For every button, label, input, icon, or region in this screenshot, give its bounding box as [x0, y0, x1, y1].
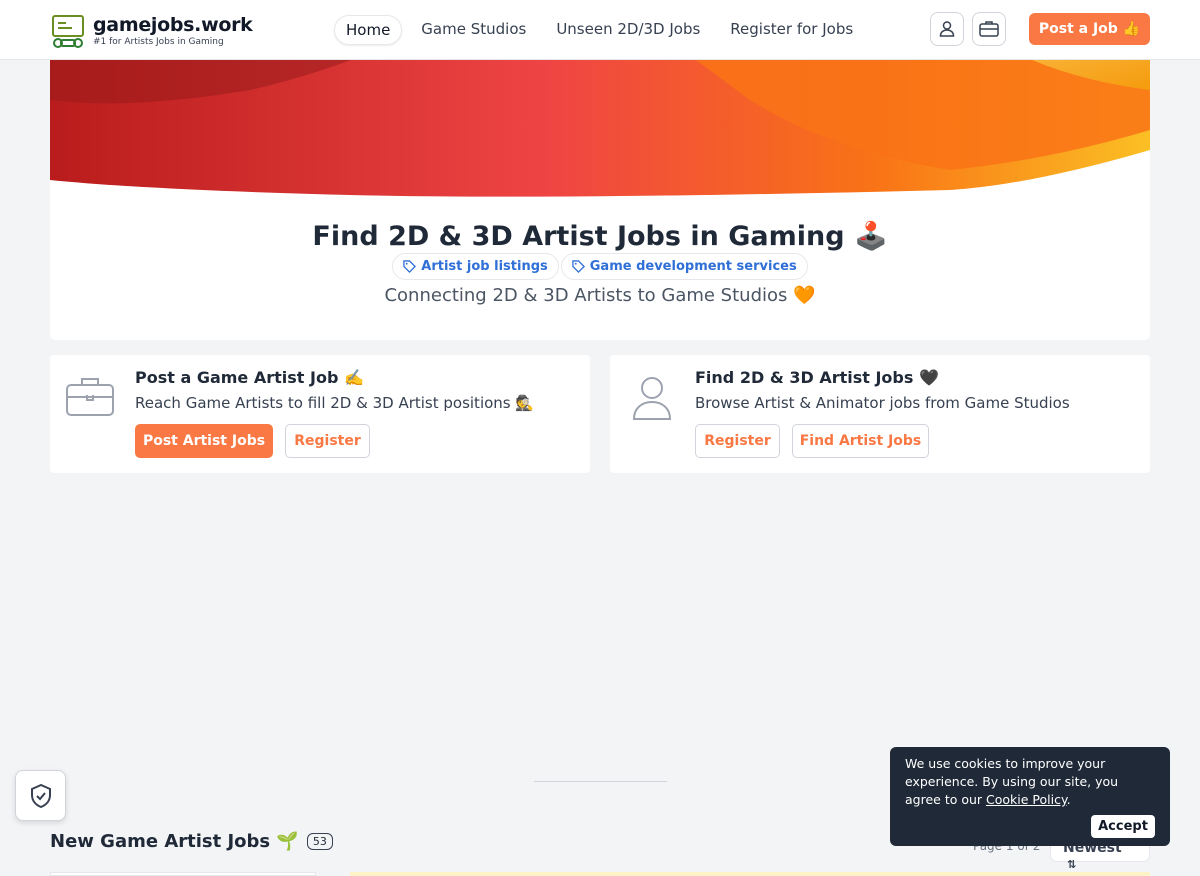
employer-card-title: Post a Game Artist Job ✍️ — [135, 368, 364, 387]
ad-placeholder — [50, 503, 1150, 781]
filter-panel — [50, 872, 316, 876]
hero-subtitle: Connecting 2D & 3D Artists to Game Studi… — [384, 285, 816, 306]
chip-artist-job-listings[interactable]: Artist job listings — [392, 253, 559, 280]
user-account-button[interactable] — [930, 12, 964, 46]
employer-register-button[interactable]: Register — [285, 424, 370, 458]
artist-card-desc: Browse Artist & Animator jobs from Game … — [695, 394, 1070, 412]
hero-chips: Artist job listings Game development ser… — [50, 253, 1150, 280]
shield-check-icon — [30, 783, 51, 808]
jobs-section-header: New Game Artist Jobs 🌱 53 — [50, 831, 333, 852]
artist-card: Find 2D & 3D Artist Jobs 🖤 Browse Artist… — [610, 355, 1150, 473]
cookie-policy-link[interactable]: Cookie Policy — [986, 792, 1067, 807]
jobs-button[interactable] — [972, 12, 1006, 46]
brand-logo[interactable]: gamejobs.work #1 for Artists Jobs in Gam… — [50, 13, 253, 49]
jobs-section-title: New Game Artist Jobs 🌱 — [50, 831, 299, 852]
nav-unseen-jobs[interactable]: Unseen 2D/3D Jobs — [545, 15, 711, 45]
featured-job-row[interactable] — [350, 872, 1150, 876]
sort-icon: ⇅ — [1067, 858, 1077, 871]
chip-label: Artist job listings — [421, 259, 548, 274]
privacy-settings-button[interactable] — [15, 770, 66, 821]
nav-register-jobs[interactable]: Register for Jobs — [719, 15, 864, 45]
nav-game-studios[interactable]: Game Studios — [410, 15, 537, 45]
user-icon — [939, 21, 955, 37]
brand-name: gamejobs.work — [93, 14, 253, 36]
cookie-accept-button[interactable]: Accept — [1091, 815, 1155, 838]
divider — [534, 781, 667, 782]
brand-tagline: #1 for Artists Jobs in Gaming — [93, 37, 224, 47]
briefcase-icon — [979, 21, 999, 37]
chip-game-dev-services[interactable]: Game development services — [560, 253, 808, 280]
artist-register-button[interactable]: Register — [695, 424, 780, 458]
top-navbar: gamejobs.work #1 for Artists Jobs in Gam… — [0, 0, 1200, 60]
tag-icon — [403, 260, 417, 273]
employer-card-desc: Reach Game Artists to fill 2D & 3D Artis… — [135, 394, 535, 412]
main-nav: Home Game Studios Unseen 2D/3D Jobs Regi… — [334, 15, 872, 45]
user-icon — [632, 377, 672, 420]
tag-icon — [572, 260, 585, 273]
find-artist-jobs-button[interactable]: Find Artist Jobs — [792, 424, 929, 458]
post-artist-jobs-button[interactable]: Post Artist Jobs — [135, 424, 273, 458]
gamepad-logo-icon — [52, 15, 84, 48]
artist-card-title: Find 2D & 3D Artist Jobs 🖤 — [695, 368, 939, 387]
page-title: Find 2D & 3D Artist Jobs in Gaming 🕹️ — [312, 221, 888, 252]
briefcase-icon — [66, 378, 114, 416]
jobs-count-badge: 53 — [306, 833, 333, 850]
nav-home[interactable]: Home — [334, 15, 403, 45]
chip-label: Game development services — [589, 259, 797, 274]
employer-card: Post a Game Artist Job ✍️ Reach Game Art… — [50, 355, 590, 473]
post-job-button[interactable]: Post a Job 👍 — [1029, 13, 1150, 45]
